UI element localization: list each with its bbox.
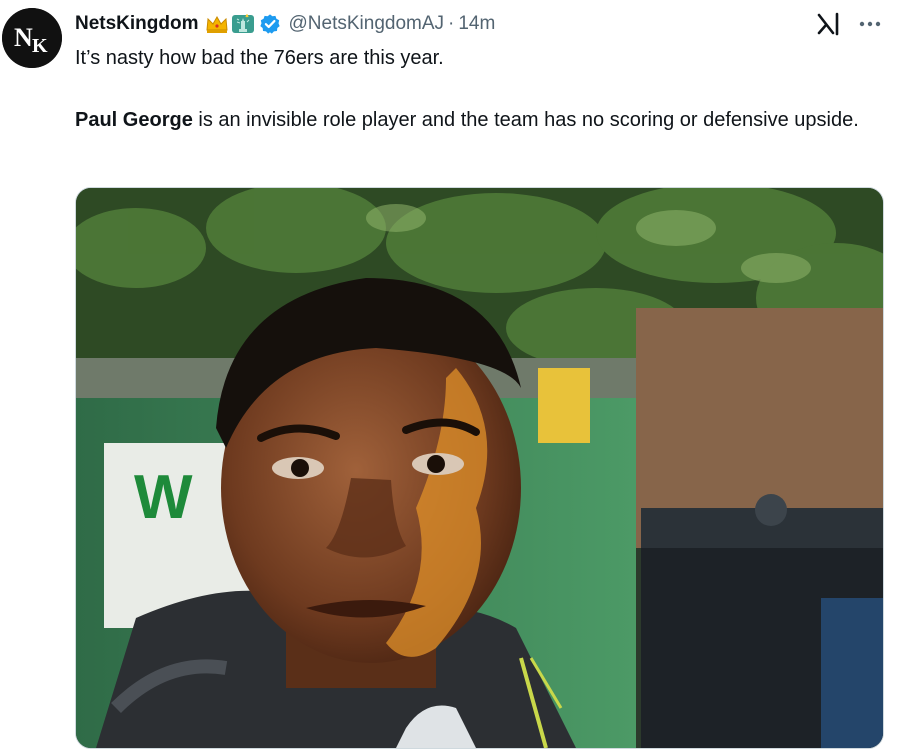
avatar-letter-k: K — [32, 35, 48, 57]
separator-dot: · — [448, 13, 455, 34]
verified-badge-icon[interactable] — [259, 13, 281, 35]
avatar[interactable]: N K — [2, 8, 62, 68]
avatar-letter-n: N — [14, 23, 33, 52]
tweet-text: It’s nasty how bad the 76ers are this ye… — [75, 42, 875, 136]
statue-of-liberty-icon — [231, 14, 254, 33]
tweet-header: NetsKingdom @NetsKingdomAJ · 14m — [75, 10, 495, 38]
netskingdom-logo: N K — [2, 8, 62, 68]
tweet-video[interactable]: W — [75, 187, 884, 749]
mention-name: Paul George — [75, 109, 193, 131]
grok-icon[interactable] — [814, 10, 842, 38]
more-options-icon[interactable] — [856, 12, 884, 36]
video-frame-image: W — [76, 188, 883, 748]
crown-icon — [205, 15, 228, 33]
author-display-name[interactable]: NetsKingdom — [75, 13, 199, 35]
tweet-text-line2: is an invisible role player and the team… — [192, 109, 859, 131]
tweet-text-paragraph2: Paul George is an invisible role player … — [75, 104, 875, 136]
timestamp[interactable]: 14m — [458, 13, 495, 35]
author-badges — [205, 14, 255, 34]
tweet-text-line1: It’s nasty how bad the 76ers are this ye… — [75, 47, 444, 69]
yellow-sticker — [538, 368, 590, 443]
author-handle[interactable]: @NetsKingdomAJ — [289, 13, 445, 35]
sign-letters: W — [134, 463, 193, 532]
